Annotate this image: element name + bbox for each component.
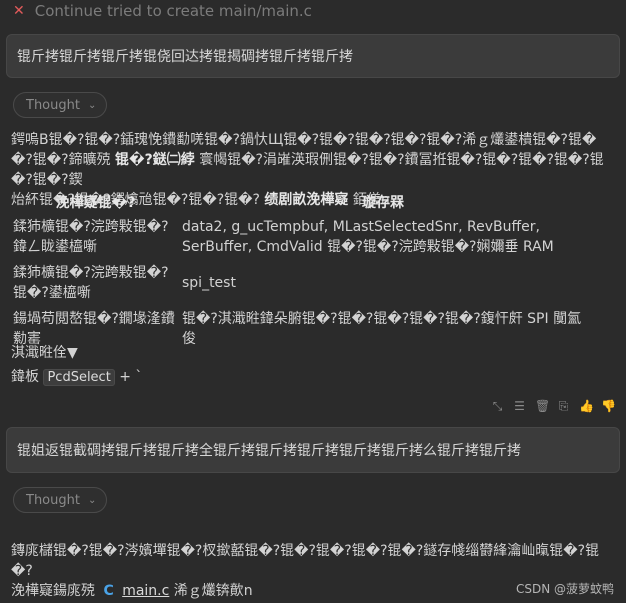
user-message[interactable]: 锟姐返锟截碉拷锟斤拷锟斤拷全锟斤拷锟斤拷锟斤拷锟斤拷锟斤拷么锟斤拷锟斤拷 bbox=[6, 427, 620, 473]
editor-status-bar: ✕ Continue tried to create main/main.c bbox=[0, 0, 626, 22]
copy-icon[interactable]: ⎘ bbox=[557, 399, 570, 414]
c-file-icon: C bbox=[103, 583, 114, 599]
status-title: Continue tried to create main/main.c bbox=[34, 2, 312, 20]
table-cell: 鍒犻櫎锟�?浣跨敤锟�?锟�?鍙橀噺 bbox=[13, 265, 169, 301]
thought-toggle[interactable]: Thought ⌄ bbox=[13, 92, 108, 118]
table-overflow-text: 淇濈暀佺▼ bbox=[11, 343, 611, 363]
compress-icon[interactable]: ⤡ bbox=[491, 399, 504, 414]
para-prefix: 鍏板 bbox=[11, 369, 39, 385]
chevron-down-icon: ⌄ bbox=[87, 494, 97, 506]
watermark: CSDN @菠萝蚊鸭 bbox=[515, 582, 614, 596]
thought-toggle[interactable]: Thought ⌄ bbox=[13, 487, 108, 513]
close-icon[interactable]: ✕ bbox=[13, 3, 25, 19]
thumb-up-icon[interactable]: 👍 bbox=[579, 399, 594, 414]
message-actions: ⤡ ☰ 🗑 ⎘ 👍 👎 bbox=[491, 399, 616, 414]
para-line: 鏄庣櫧锟�?锟�?涔嬪墠锟�?杈撳嚭锟�?锟�?锟�?锟�?锟�?鐩存帴缁欎綘瀹… bbox=[11, 543, 600, 579]
thought-label: Thought bbox=[26, 97, 80, 113]
assistant-paragraph-2: 鍏板 PcdSelect + ` bbox=[11, 367, 611, 388]
thumb-down-icon[interactable]: 👎 bbox=[601, 399, 616, 414]
inline-code: PcdSelect bbox=[43, 369, 115, 386]
para-prefix: 浼樺寲鍚庣殑 bbox=[11, 583, 95, 599]
trash-icon[interactable]: 🗑 bbox=[535, 399, 550, 414]
para-line: 鍔嗚В锟�?锟�?鍤瑰悗鐨勫唴锟�?鍋忕Щ锟�?锟�?锟�?锟�?锟�?浠ｇ爜鍙… bbox=[11, 132, 597, 148]
table-header: 璇存槑 bbox=[362, 195, 404, 211]
user-message-text: 锟姐返锟截碉拷锟斤拷锟斤拷全锟斤拷锟斤拷锟斤拷锟斤拷锟斤拷么锟斤拷锟斤拷 bbox=[17, 443, 521, 459]
table-header-row: 浼樺寲锟�? 璇存槑 bbox=[11, 190, 586, 214]
table-header: 浼樺寲锟�? bbox=[55, 195, 136, 211]
para-line: �?锟�?鍗曠殑 bbox=[11, 152, 111, 168]
user-message[interactable]: 锟斤拷锟斤拷锟斤拷锟侥回达拷锟揭碉拷锟斤拷锟斤拷 bbox=[6, 34, 620, 78]
table-row: 鍒犻櫎锟�?浣跨敤锟�?锟�?鍙橀噺 spi_test bbox=[11, 260, 586, 306]
chevron-down-icon: ⌄ bbox=[87, 99, 97, 111]
table-cell: 鍒犻櫎锟�?浣跨敤锟�?鍏ㄥ眬鍙橀噺 bbox=[13, 219, 169, 255]
file-link[interactable]: main.c bbox=[122, 583, 169, 599]
overflow-row: 淇濈暀佺▼ bbox=[11, 345, 78, 361]
list-icon[interactable]: ☰ bbox=[513, 399, 526, 414]
user-message-text: 锟斤拷锟斤拷锟斤拷锟侥回达拷锟揭碉拷锟斤拷锟斤拷 bbox=[17, 49, 353, 65]
optimization-table: 浼樺寲锟�? 璇存槑 鍒犻櫎锟�?浣跨敤锟�?鍏ㄥ眬鍙橀噺 data2, g_u… bbox=[11, 190, 586, 352]
para-suffix: + ` bbox=[119, 369, 143, 385]
table-cell: spi_test bbox=[182, 275, 236, 291]
para-suffix: 浠ｇ爜锛歕n bbox=[173, 583, 253, 599]
table-cell: data2, g_ucTempbuf, MLastSelectedSnr, Re… bbox=[182, 219, 554, 255]
para-bold: 锟�?鎹㈡綍 bbox=[115, 152, 195, 168]
table-row: 鍒犻櫎锟�?浣跨敤锟�?鍏ㄥ眬鍙橀噺 data2, g_ucTempbuf, M… bbox=[11, 214, 586, 260]
thought-label: Thought bbox=[26, 492, 80, 508]
